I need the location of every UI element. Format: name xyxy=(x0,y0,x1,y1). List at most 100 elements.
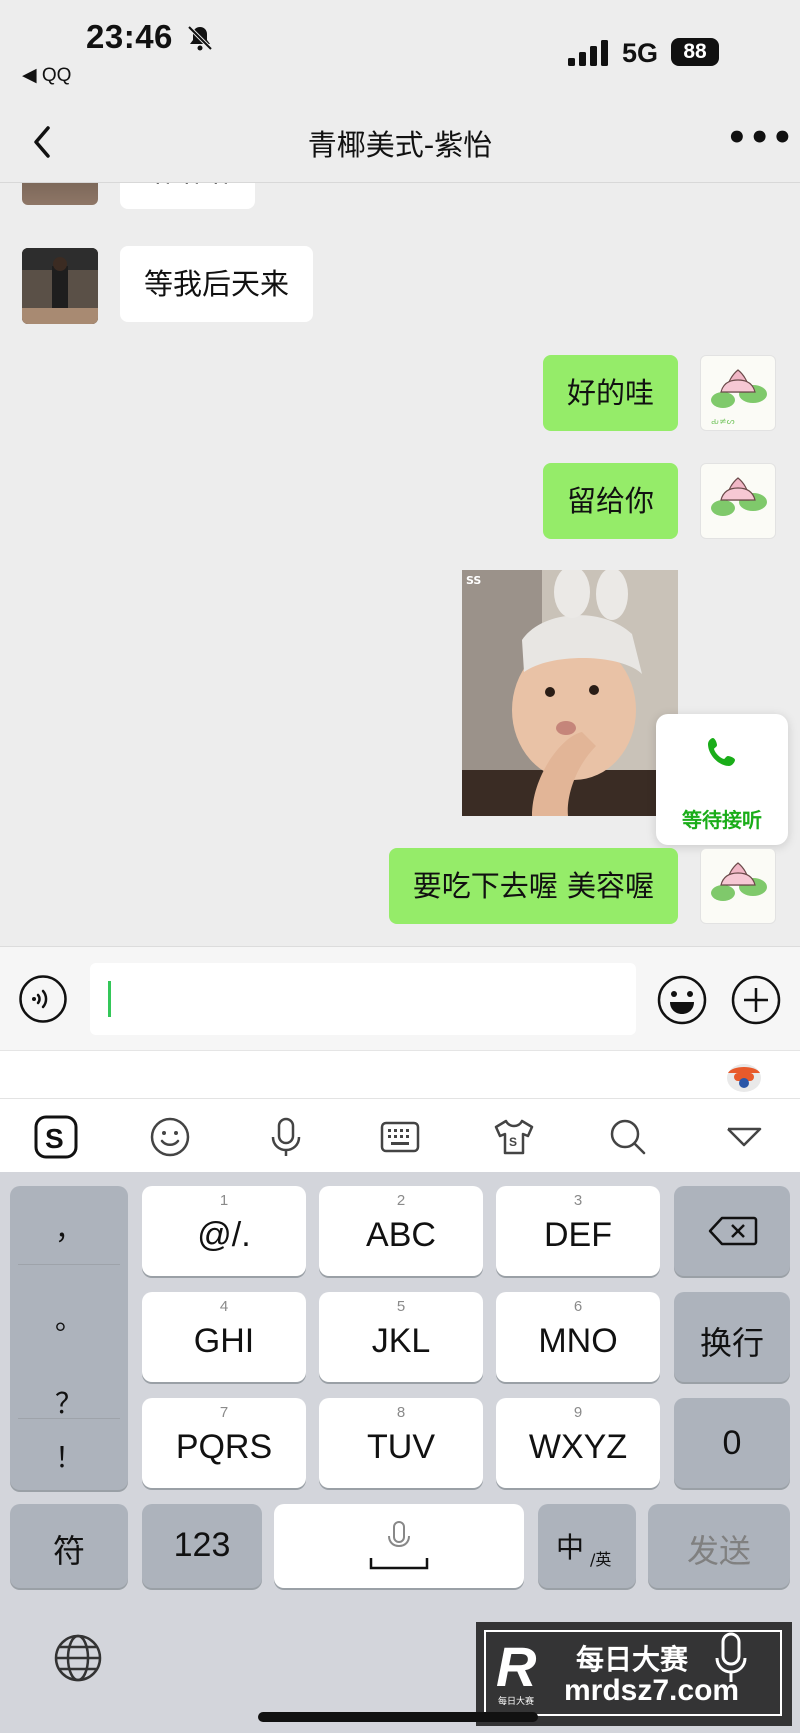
skin-shirt-icon[interactable]: S xyxy=(490,1113,538,1161)
key-number: 2 xyxy=(396,1192,406,1209)
space-mic-icon xyxy=(369,1521,429,1570)
sogou-logo-icon[interactable]: S xyxy=(32,1113,80,1161)
key-number: 9 xyxy=(573,1404,583,1421)
key-number: 7 xyxy=(219,1404,229,1421)
numbers-key[interactable]: 123 xyxy=(142,1504,262,1588)
call-waiting-popup[interactable]: 等待接听 xyxy=(656,714,788,845)
more-options-icon[interactable]: ••• xyxy=(726,118,793,158)
key-9[interactable]: 9 WXYZ xyxy=(496,1398,660,1488)
chat-header: 青椰美式-紫怡 ••• xyxy=(0,104,800,183)
key-label: DEF xyxy=(544,1216,612,1254)
key-number: 4 xyxy=(219,1298,229,1315)
key-number: 3 xyxy=(573,1192,583,1209)
punct-period-key[interactable]: 。 xyxy=(10,1298,128,1338)
key-label: TUV xyxy=(367,1428,435,1466)
key-4[interactable]: 4 GHI xyxy=(142,1292,306,1382)
send-key[interactable]: 发送 xyxy=(648,1504,790,1588)
key-label: 123 xyxy=(173,1526,231,1564)
key-label: 0 xyxy=(722,1424,742,1462)
divider xyxy=(18,1264,120,1265)
key-label: GHI xyxy=(193,1322,255,1360)
message-bubble-received[interactable]: 等我后天来 xyxy=(120,246,314,322)
message-bubble-sent[interactable]: 留给你 xyxy=(542,463,678,539)
lotus-sticker-icon xyxy=(711,862,767,901)
key-number: 1 xyxy=(219,1192,229,1209)
home-indicator[interactable] xyxy=(258,1712,538,1722)
space-key[interactable] xyxy=(274,1504,524,1588)
punct-question-key[interactable]: ？ xyxy=(10,1382,128,1422)
my-avatar[interactable] xyxy=(700,463,776,539)
message-bubble-sent[interactable]: 好的哇 xyxy=(542,355,678,431)
key-1[interactable]: 1 @/. xyxy=(142,1186,306,1276)
message-text-input[interactable] xyxy=(90,963,636,1035)
message-list[interactable]: 哈哈哈 等我后天来 好的哇 ԃ≠ᔕ 留给你 xyxy=(0,183,800,945)
voice-input-icon[interactable] xyxy=(18,974,68,1024)
message-input-bar xyxy=(0,946,800,1051)
key-8[interactable]: 8 TUV xyxy=(319,1398,483,1488)
key-label: JKL xyxy=(371,1322,431,1360)
lang-main-label: 中 xyxy=(556,1531,585,1564)
keyboard: ， 。 ？ ！ 1 @/. 2 ABC 3 DEF 4 GHI 5 JKL 6 … xyxy=(0,1172,800,1733)
signal-icon xyxy=(568,40,608,66)
candidate-strip xyxy=(0,1050,800,1099)
key-2[interactable]: 2 ABC xyxy=(319,1186,483,1276)
key-3[interactable]: 3 DEF xyxy=(496,1186,660,1276)
key-number: 8 xyxy=(396,1404,406,1421)
back-to-app-link[interactable]: ◀ QQ xyxy=(22,64,71,87)
battery-level: 88 xyxy=(671,38,719,66)
svg-text:S: S xyxy=(45,1123,64,1154)
key-6[interactable]: 6 MNO xyxy=(496,1292,660,1382)
contact-avatar[interactable] xyxy=(22,248,98,324)
language-switch-key[interactable]: 中 /英 xyxy=(538,1504,636,1588)
globe-icon[interactable] xyxy=(52,1632,104,1684)
status-bar: 23:46 ◀ QQ 5G 88 xyxy=(0,0,800,104)
text-cursor xyxy=(108,981,111,1017)
image-message[interactable]: SS xyxy=(462,570,678,816)
key-label: @/. xyxy=(197,1216,251,1254)
status-time: 23:46 xyxy=(86,18,173,55)
newline-key[interactable]: 换行 xyxy=(674,1292,790,1382)
watermark-sub: 每日大赛 xyxy=(498,1697,535,1707)
punct-comma-key[interactable]: ， xyxy=(10,1208,128,1248)
lotus-sticker-icon: ԃ≠ᔕ xyxy=(711,369,767,427)
key-7[interactable]: 7 PQRS xyxy=(142,1398,306,1488)
phone-icon xyxy=(708,738,735,766)
emoji-icon[interactable] xyxy=(656,974,708,1026)
collapse-keyboard-icon[interactable] xyxy=(720,1113,768,1161)
svg-text:ԃ≠ᔕ: ԃ≠ᔕ xyxy=(711,417,735,427)
search-icon[interactable] xyxy=(604,1113,652,1161)
keyboard-toolbar: S S xyxy=(0,1098,800,1173)
message-bubble-sent[interactable]: 要吃下去喔 美容喔 xyxy=(388,848,678,924)
lang-sub-label: /英 xyxy=(590,1550,612,1569)
divider xyxy=(18,1418,120,1419)
key-5[interactable]: 5 JKL xyxy=(319,1292,483,1382)
key-label: PQRS xyxy=(175,1428,273,1466)
key-0[interactable]: 0 xyxy=(674,1398,790,1488)
emoji-face-icon[interactable] xyxy=(146,1113,194,1161)
key-number: 5 xyxy=(396,1298,406,1315)
baby-photo xyxy=(462,570,678,816)
key-label: WXYZ xyxy=(528,1428,628,1466)
contact-avatar[interactable] xyxy=(22,183,98,205)
keyboard-layout-icon[interactable] xyxy=(376,1113,424,1161)
punctuation-column[interactable]: ， 。 ？ ！ xyxy=(10,1186,128,1490)
watermark-letter: R xyxy=(496,1635,537,1698)
my-avatar[interactable]: ԃ≠ᔕ xyxy=(700,355,776,431)
network-type: 5G xyxy=(622,38,659,68)
key-label: ABC xyxy=(366,1216,436,1254)
mute-bell-icon xyxy=(187,25,213,51)
message-bubble-received[interactable]: 哈哈哈 xyxy=(120,183,256,209)
microphone-icon[interactable] xyxy=(262,1113,310,1161)
backspace-key[interactable] xyxy=(674,1186,790,1276)
image-badge: SS xyxy=(466,574,482,587)
key-label: 发送 xyxy=(686,1532,751,1570)
my-avatar[interactable] xyxy=(700,848,776,924)
watermark-logo: R 每日大赛 每日大赛 mrdsz7.com xyxy=(476,1622,792,1726)
more-functions-plus-icon[interactable] xyxy=(730,974,782,1026)
symbols-key[interactable]: 符 xyxy=(10,1504,128,1588)
sogou-mascot-icon[interactable] xyxy=(724,1059,764,1093)
backspace-icon xyxy=(708,1216,758,1246)
punct-exclaim-key[interactable]: ！ xyxy=(10,1436,128,1476)
watermark-name: 每日大赛 xyxy=(576,1643,689,1676)
key-label: 换行 xyxy=(699,1324,764,1362)
